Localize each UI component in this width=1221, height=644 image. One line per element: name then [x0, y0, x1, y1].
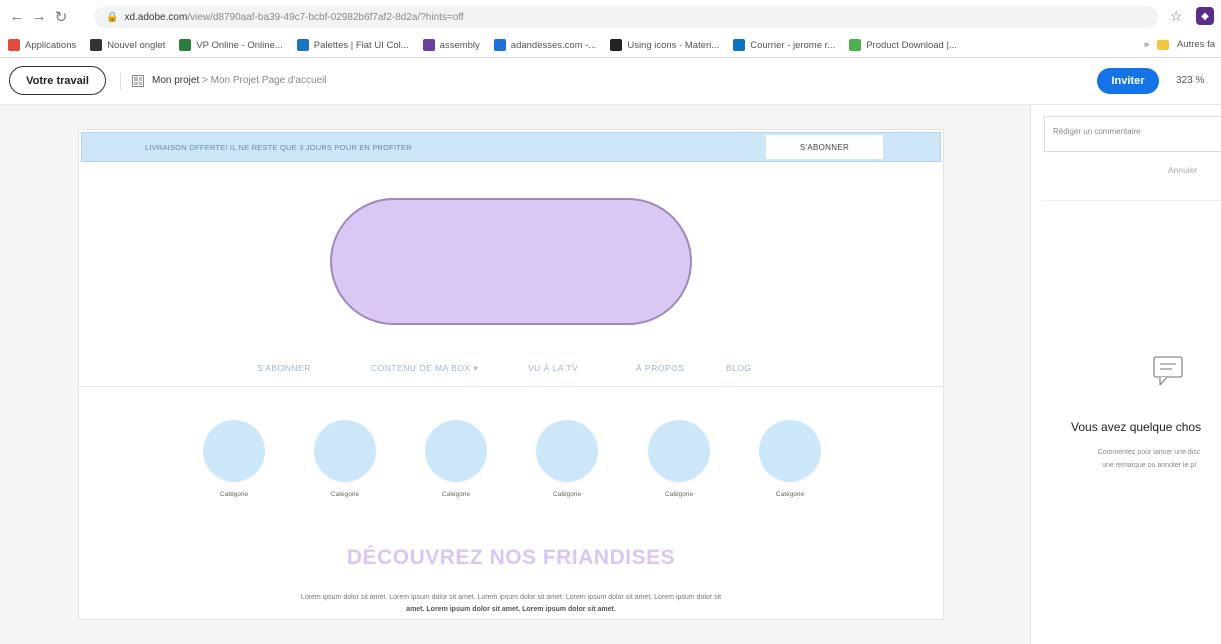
bookmark-favicon-icon [90, 39, 103, 51]
back-arrow-icon[interactable]: ← [6, 6, 28, 28]
bookmark-item[interactable]: adandesses.com -... [493, 39, 597, 51]
category-item[interactable]: Catégorie [424, 420, 488, 498]
category-item[interactable]: Catégorie [535, 420, 599, 498]
empty-desc-line-1: Commentez pour lancer une disc [1097, 449, 1201, 456]
xd-header: Votre travail Mon projet > Mon Projet Pa… [0, 59, 1221, 105]
bookmark-favicon-icon [849, 39, 862, 51]
bookmark-item[interactable]: Product Download |... [849, 39, 957, 51]
header-divider-line [79, 386, 943, 387]
lorem-paragraph: Lorem ipsum dolor sit amet. Lorem ipsum … [194, 592, 828, 616]
category-label: Catégorie [664, 491, 694, 498]
cancel-button[interactable]: Annuler [1168, 165, 1197, 175]
lorem-line-2: amet. Lorem ipsum dolor sit amet. Lorem … [406, 606, 616, 613]
extension-icon[interactable]: ◆ [1196, 7, 1214, 25]
breadcrumb: Mon projet > Mon Projet Page d'accueil [152, 75, 327, 86]
logo-placeholder [330, 198, 692, 325]
nav-item-subscribe[interactable]: S'ABONNER [257, 363, 311, 373]
category-label: Catégorie [775, 491, 805, 498]
breadcrumb-separator: > [202, 75, 208, 86]
bookmark-item[interactable]: assembly [422, 39, 480, 51]
folder-icon [1156, 39, 1169, 50]
bookmark-label: Using icons · Materi... [627, 39, 720, 51]
category-circle [314, 420, 376, 482]
forward-arrow-icon[interactable]: → [28, 6, 50, 28]
category-circle [536, 420, 598, 482]
promo-text: LIVRAISON OFFERTE! IL NE RESTE QUE 3 JOU… [145, 143, 412, 152]
zoom-level[interactable]: 323 % [1176, 75, 1204, 86]
bookmark-item[interactable]: Nouvel onglet [90, 39, 165, 51]
canvas: LIVRAISON OFFERTE! IL NE RESTE QUE 3 JOU… [0, 105, 1030, 644]
category-item[interactable]: Catégorie [202, 420, 266, 498]
votre-travail-button[interactable]: Votre travail [9, 66, 106, 95]
comment-input[interactable]: Rédiger un commentaire [1044, 116, 1221, 152]
breadcrumb-page: Mon Projet Page d'accueil [210, 75, 327, 86]
subscribe-button[interactable]: S'ABONNER [766, 135, 883, 159]
category-circle [203, 420, 265, 482]
other-bookmarks[interactable]: Autres fa [1177, 39, 1215, 50]
category-item[interactable]: Catégorie [758, 420, 822, 498]
empty-state-title: Vous avez quelque chos [1071, 420, 1202, 434]
bookmark-favicon-icon [296, 39, 309, 51]
category-label: Catégorie [441, 491, 471, 498]
bookmark-label: Nouvel onglet [107, 39, 166, 51]
nav-item-about[interactable]: À PROPOS [636, 363, 684, 373]
bookmark-label: assembly [439, 39, 480, 51]
nav-item-tv[interactable]: VU À LA TV [528, 363, 578, 373]
bookmark-item[interactable]: Courrier - jerome r... [733, 39, 835, 51]
bookmark-label: Palettes | Flat UI Col... [313, 39, 409, 51]
category-circle [648, 420, 710, 482]
section-heading: DÉCOUVREZ NOS FRIANDISES [346, 546, 676, 569]
breadcrumb-project[interactable]: Mon projet [152, 75, 199, 86]
empty-desc-line-2: une remarque ou annoter le pl [1102, 462, 1196, 469]
bookmark-item[interactable]: Palettes | Flat UI Col... [296, 39, 409, 51]
category-label: Catégorie [219, 491, 249, 498]
category-circle [759, 420, 821, 482]
category-item[interactable]: Catégorie [313, 420, 377, 498]
bookmark-favicon-icon [179, 39, 192, 51]
comments-panel: Rédiger un commentaire Annuler Vous avez… [1030, 105, 1221, 644]
header-divider [120, 73, 121, 90]
bookmark-favicon-icon [610, 39, 623, 51]
bookmark-favicon-icon [422, 39, 435, 51]
browser-address-bar: ← → ↻ 🔒 xd.adobe.com /view/d8790aaf-ba39… [0, 0, 1221, 33]
bookmarks-overflow: » Autres fa [1144, 39, 1215, 50]
bookmarks-bar: Applications Nouvel onglet VP Online - Onl… [0, 33, 1221, 58]
bookmark-favicon-icon [733, 39, 746, 51]
bookmark-favicon-icon [8, 39, 20, 51]
lorem-line-1: Lorem ipsum dolor sit amet. Lorem ipsum … [300, 594, 722, 601]
bookmark-item[interactable]: VP Online - Online... [179, 39, 283, 51]
bookmark-label: adandesses.com -... [510, 39, 597, 51]
bookmark-item[interactable]: Applications [8, 39, 76, 51]
star-icon[interactable]: ☆ [1170, 8, 1183, 25]
chat-bubble-icon [1153, 356, 1183, 386]
reload-icon[interactable]: ↻ [50, 6, 72, 28]
nav-item-blog[interactable]: BLOG [726, 363, 752, 373]
lock-icon: 🔒 [106, 11, 119, 23]
bookmark-favicon-icon [493, 39, 506, 51]
promo-banner: LIVRAISON OFFERTE! IL NE RESTE QUE 3 JOU… [81, 132, 941, 162]
bookmark-label: Applications [25, 39, 77, 51]
bookmark-label: Courrier - jerome r... [750, 39, 836, 51]
url-input[interactable]: 🔒 xd.adobe.com /view/d8790aaf-ba39-49c7-… [94, 6, 1158, 28]
panel-divider [1041, 200, 1221, 201]
category-item[interactable]: Catégorie [647, 420, 711, 498]
url-domain: xd.adobe.com [124, 11, 188, 23]
bookmark-label: Product Download |... [866, 39, 957, 51]
bookmarks-more-button[interactable]: » [1144, 39, 1149, 50]
artboard: LIVRAISON OFFERTE! IL NE RESTE QUE 3 JOU… [78, 129, 944, 620]
grid-icon[interactable] [132, 75, 144, 87]
url-path: /view/d8790aaf-ba39-49c7-bcbf-02982b6f7a… [187, 11, 464, 23]
category-circle [425, 420, 487, 482]
bookmark-item[interactable]: Using icons · Materi... [610, 39, 719, 51]
empty-state-description: Commentez pour lancer une disc une remar… [1059, 446, 1221, 472]
bookmark-label: VP Online - Online... [196, 39, 283, 51]
invite-button[interactable]: Inviter [1097, 68, 1159, 94]
nav-item-box-content[interactable]: CONTENU DE MA BOX ▾ [371, 363, 478, 374]
category-label: Catégorie [552, 491, 582, 498]
category-label: Catégorie [330, 491, 360, 498]
